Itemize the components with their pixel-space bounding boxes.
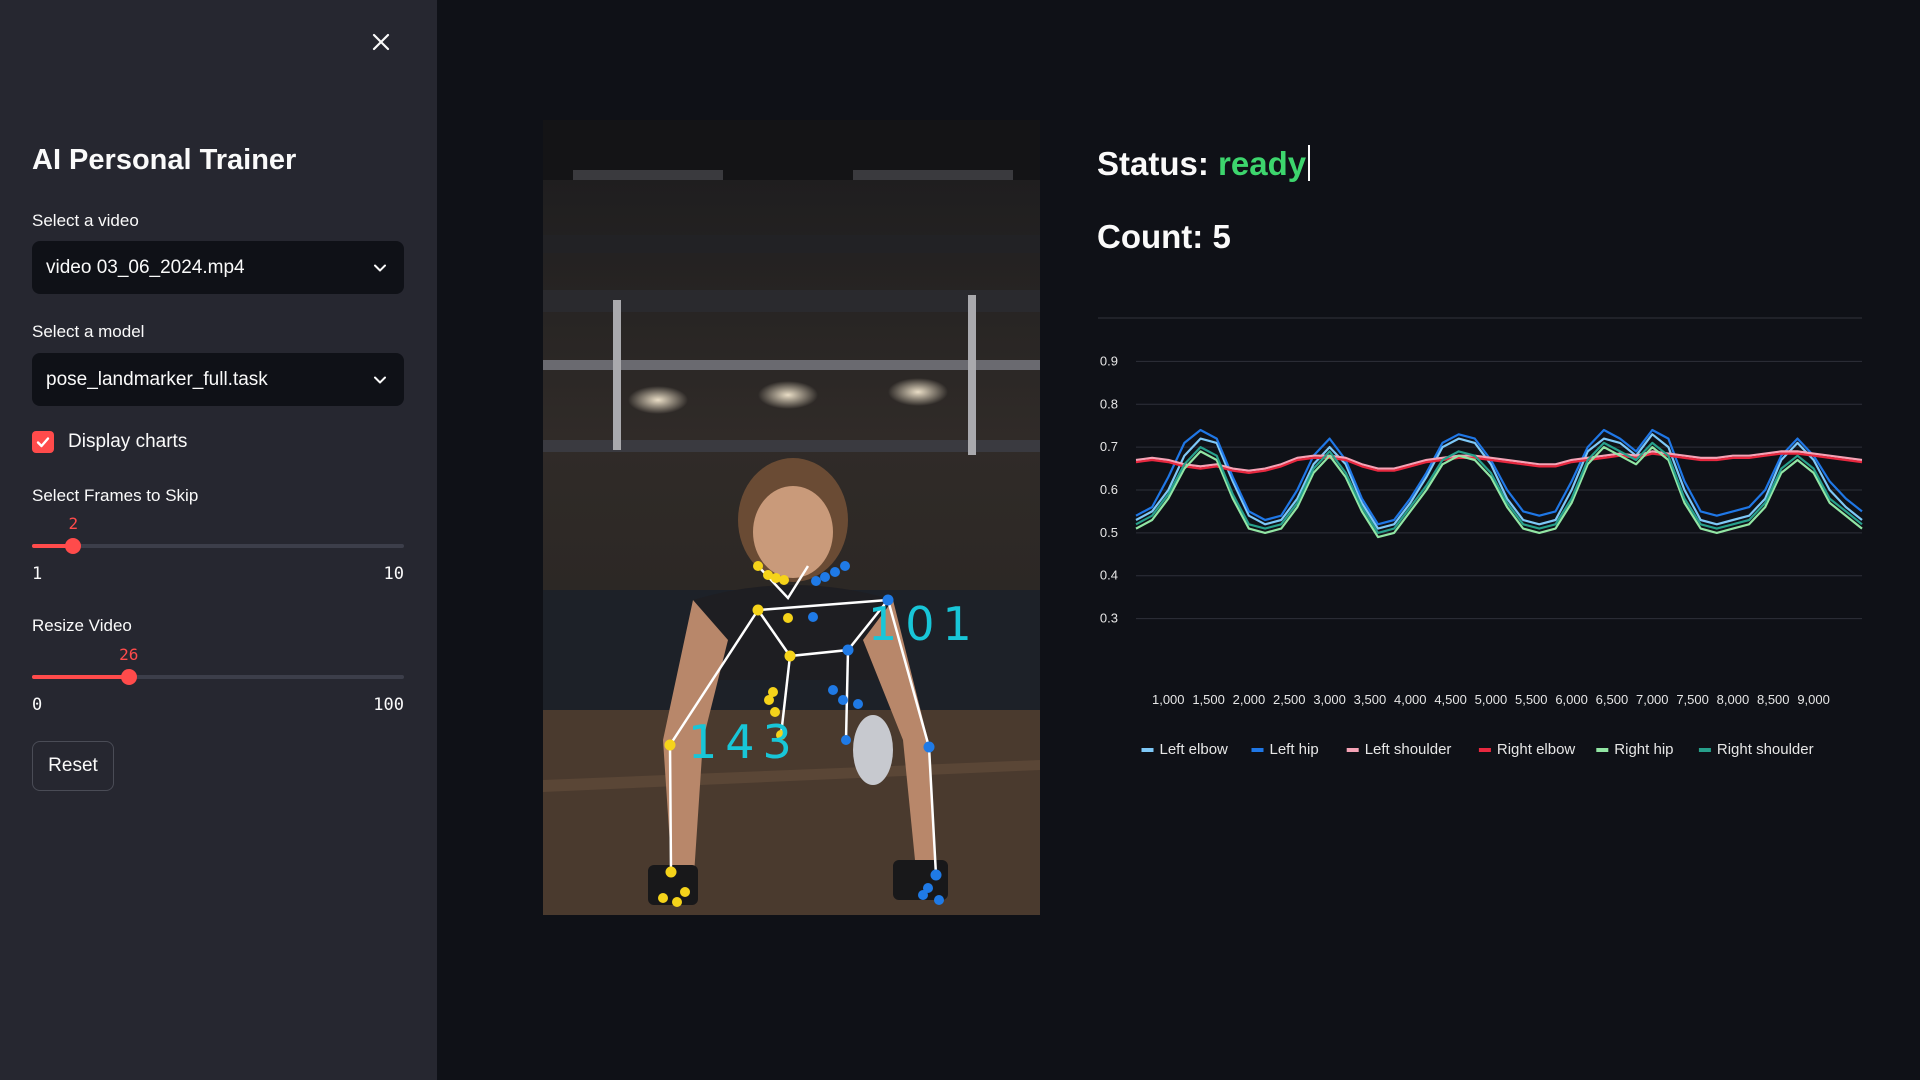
y-tick-label: 0.6 bbox=[1100, 482, 1118, 497]
slider-min-label: 1 bbox=[32, 564, 43, 584]
close-sidebar-button[interactable] bbox=[367, 28, 395, 56]
x-tick-label: 5,000 bbox=[1475, 692, 1508, 707]
right-angle-text: 101 bbox=[868, 597, 980, 651]
resize-slider[interactable]: 26 0 100 bbox=[32, 645, 404, 715]
video-select-label: Select a video bbox=[32, 211, 139, 230]
x-tick-label: 9,000 bbox=[1797, 692, 1830, 707]
legend-swatch bbox=[1251, 748, 1264, 752]
x-tick-label: 1,500 bbox=[1192, 692, 1225, 707]
y-tick-label: 0.3 bbox=[1100, 611, 1118, 626]
chevron-down-icon bbox=[374, 264, 386, 271]
frames-skip-slider[interactable]: 2 1 10 bbox=[32, 514, 404, 584]
text-cursor bbox=[1308, 145, 1311, 181]
slider-current-value: 2 bbox=[68, 514, 79, 533]
x-tick-label: 3,000 bbox=[1313, 692, 1346, 707]
slider-track[interactable] bbox=[32, 544, 404, 548]
angles-line-chart: 0.3 0.4 0.5 0.6 0.7 0.8 0.9 1,000 1,500 2,000 2,50… bbox=[1098, 317, 1863, 758]
legend-label: Right shoulder bbox=[1717, 741, 1814, 758]
pose-video-image: 143 101 bbox=[543, 120, 1040, 915]
count-value: 5 bbox=[1212, 218, 1231, 255]
display-charts-checkbox[interactable]: Display charts bbox=[32, 431, 187, 453]
count-label: Count: bbox=[1097, 218, 1204, 255]
slider-thumb[interactable] bbox=[65, 538, 82, 554]
chevron-down-icon bbox=[374, 376, 386, 383]
model-select-value: pose_landmarker_full.task bbox=[46, 368, 268, 390]
sidebar: AI Personal Trainer Select a video video… bbox=[0, 0, 437, 1080]
slider-current-value: 26 bbox=[119, 645, 139, 664]
count-heading: Count: 5 bbox=[1097, 218, 1231, 256]
check-icon bbox=[36, 437, 50, 448]
slider-thumb[interactable] bbox=[120, 669, 137, 685]
video-select-value: video 03_06_2024.mp4 bbox=[46, 256, 245, 278]
model-select-label: Select a model bbox=[32, 322, 145, 341]
legend-label: Right hip bbox=[1614, 741, 1673, 758]
x-tick-label: 7,000 bbox=[1636, 692, 1669, 707]
slider-max-label: 10 bbox=[383, 564, 404, 584]
x-tick-label: 4,500 bbox=[1434, 692, 1467, 707]
slider-max-label: 100 bbox=[373, 695, 404, 715]
checkbox-box[interactable] bbox=[32, 431, 54, 453]
x-tick-label: 2,000 bbox=[1233, 692, 1266, 707]
app-title: AI Personal Trainer bbox=[32, 144, 297, 176]
y-tick-label: 0.9 bbox=[1100, 353, 1118, 368]
legend-label: Left shoulder bbox=[1365, 741, 1452, 758]
x-tick-label: 5,500 bbox=[1515, 692, 1548, 707]
x-tick-label: 6,000 bbox=[1555, 692, 1588, 707]
x-tick-label: 6,500 bbox=[1596, 692, 1629, 707]
left-angle-text: 143 bbox=[688, 715, 800, 769]
legend-swatch bbox=[1698, 748, 1711, 752]
display-charts-label: Display charts bbox=[68, 431, 188, 452]
status-heading: Status: ready bbox=[1097, 145, 1311, 183]
y-tick-label: 0.8 bbox=[1100, 396, 1118, 411]
legend-swatch bbox=[1596, 748, 1609, 752]
legend-swatch bbox=[1346, 748, 1359, 752]
slider-fill bbox=[32, 675, 129, 679]
frames-skip-label: Select Frames to Skip bbox=[32, 486, 199, 505]
status-label: Status: bbox=[1097, 145, 1209, 182]
legend-label: Left hip bbox=[1270, 741, 1319, 758]
video-frame: 143 101 bbox=[543, 120, 1040, 915]
x-tick-label: 8,000 bbox=[1717, 692, 1750, 707]
x-tick-label: 1,000 bbox=[1152, 692, 1185, 707]
y-tick-label: 0.4 bbox=[1100, 568, 1118, 583]
video-select[interactable]: video 03_06_2024.mp4 bbox=[32, 241, 404, 294]
slider-min-label: 0 bbox=[32, 695, 43, 715]
legend-label: Left elbow bbox=[1160, 741, 1229, 758]
resize-label: Resize Video bbox=[32, 616, 132, 635]
close-icon bbox=[372, 33, 390, 51]
x-tick-label: 4,000 bbox=[1394, 692, 1427, 707]
legend-swatch bbox=[1141, 748, 1154, 752]
y-tick-label: 0.5 bbox=[1100, 525, 1118, 540]
legend-swatch bbox=[1478, 748, 1491, 752]
y-tick-label: 0.7 bbox=[1100, 439, 1118, 454]
x-tick-label: 2,500 bbox=[1273, 692, 1306, 707]
x-tick-label: 7,500 bbox=[1676, 692, 1709, 707]
x-tick-label: 3,500 bbox=[1354, 692, 1387, 707]
reset-button[interactable]: Reset bbox=[32, 741, 114, 791]
x-tick-label: 8,500 bbox=[1757, 692, 1790, 707]
legend-label: Right elbow bbox=[1497, 741, 1576, 758]
status-value: ready bbox=[1218, 145, 1307, 182]
model-select[interactable]: pose_landmarker_full.task bbox=[32, 353, 404, 406]
